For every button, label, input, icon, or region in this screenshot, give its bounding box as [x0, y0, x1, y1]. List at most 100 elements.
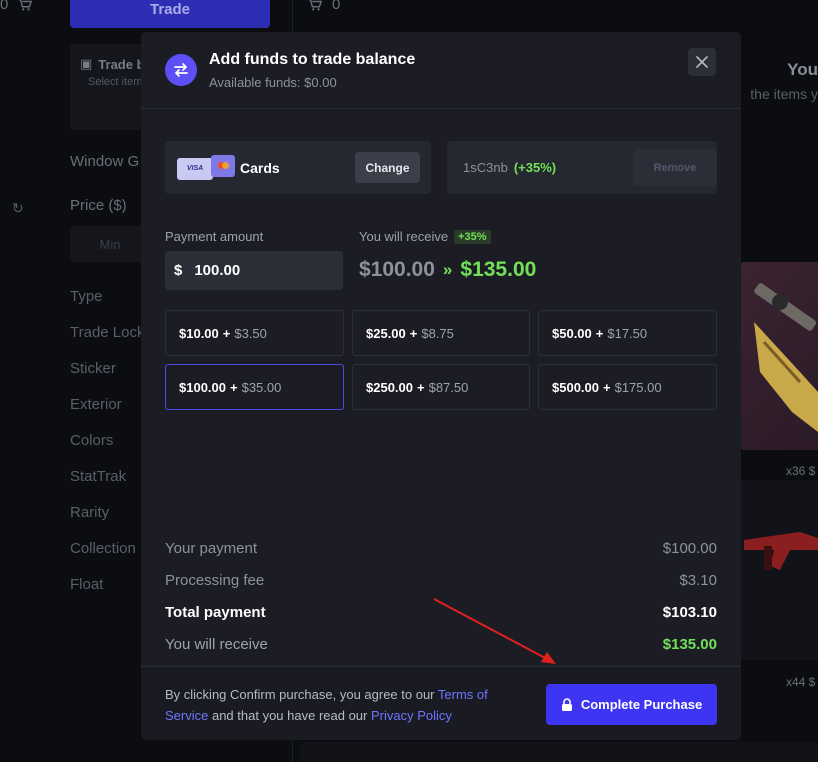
- remove-promo-button[interactable]: Remove: [633, 149, 717, 186]
- summary-label: Total payment: [165, 603, 266, 621]
- available-funds: Available funds: $0.00: [209, 75, 337, 90]
- preset-option-selected[interactable]: $100.00 + $35.00: [165, 364, 344, 410]
- payment-method-row: VISA Cards Change 1sC3nb (+35%) Remove: [165, 141, 717, 194]
- filter-colors[interactable]: Colors: [70, 432, 113, 449]
- item-card-image[interactable]: [740, 480, 818, 660]
- complete-purchase-label: Complete Purchase: [580, 697, 703, 712]
- modal-footer: By clicking Confirm purchase, you agree …: [141, 666, 741, 740]
- preset-amount: $10.00: [179, 325, 219, 341]
- summary-label: Your payment: [165, 539, 258, 557]
- receive-to: $135.00: [460, 258, 537, 281]
- complete-purchase-button[interactable]: Complete Purchase: [546, 684, 717, 725]
- receive-from: $100.00: [359, 258, 435, 281]
- cart-icon: [308, 0, 322, 12]
- summary-label: You will receive: [165, 635, 268, 653]
- summary-value: $3.10: [679, 571, 717, 589]
- rifle-icon: [754, 283, 818, 432]
- preset-option[interactable]: $50.00 + $17.50: [538, 310, 717, 356]
- price-min-input[interactable]: Min: [70, 226, 150, 262]
- cart-icon: [18, 0, 33, 12]
- receive-label-group: You will receive +35%: [359, 229, 491, 244]
- right-panel-title: You: [787, 60, 818, 79]
- trade-button[interactable]: Trade: [70, 0, 270, 28]
- legal-text: and that you have read our: [208, 708, 371, 723]
- preset-option[interactable]: $250.00 + $87.50: [352, 364, 530, 410]
- summary-label: Processing fee: [165, 571, 265, 589]
- filter-type[interactable]: Type: [70, 288, 103, 305]
- close-button[interactable]: [688, 48, 716, 76]
- visa-icon: VISA: [177, 157, 213, 180]
- preset-amount: $25.00: [366, 325, 406, 341]
- preset-amount: $500.00: [552, 379, 599, 395]
- payment-amount-input[interactable]: $ 100.00: [165, 251, 343, 290]
- preset-bonus: $35.00: [241, 379, 282, 395]
- filter-exterior[interactable]: Exterior: [70, 396, 122, 413]
- payment-amount-label: Payment amount: [165, 229, 264, 244]
- promo-code-card: 1sC3nb (+35%) Remove: [447, 141, 717, 194]
- gift-icon: ▣: [80, 56, 93, 71]
- promo-bonus: (+35%): [513, 160, 557, 175]
- filter-float[interactable]: Float: [70, 576, 103, 593]
- promo-code: 1sC3nb: [463, 160, 508, 175]
- item-count-label: x44 $: [786, 675, 816, 689]
- preset-amount: $250.00: [366, 379, 413, 395]
- preset-bonus: $175.00: [614, 379, 662, 395]
- summary-row-fee: Processing fee $3.10: [165, 564, 717, 596]
- preset-bonus: $17.50: [607, 325, 648, 341]
- refresh-icon[interactable]: ↻: [12, 200, 24, 217]
- filter-trade-lock[interactable]: Trade Lock: [70, 324, 144, 341]
- filter-collection[interactable]: Collection: [70, 540, 136, 557]
- preset-option[interactable]: $10.00 + $3.50: [165, 310, 344, 356]
- price-filter-title: Price ($): [70, 197, 127, 214]
- left-cart-counter: 0: [0, 0, 33, 13]
- filter-rarity[interactable]: Rarity: [70, 504, 109, 521]
- card-brand-icons: VISA: [177, 154, 235, 180]
- modal-title: Add funds to trade balance: [209, 51, 416, 68]
- cart-count: 0: [332, 0, 341, 13]
- close-icon: [696, 56, 708, 68]
- change-payment-button[interactable]: Change: [355, 152, 420, 183]
- left-count: 0: [0, 0, 9, 13]
- rifle-icon: [744, 532, 818, 570]
- filter-stattrak[interactable]: StatTrak: [70, 468, 126, 485]
- preset-amount: $100.00: [179, 379, 226, 395]
- window-filter-title: Window G: [70, 153, 140, 170]
- trade-box-title: Trade b: [98, 56, 145, 72]
- legal-text: By clicking Confirm purchase, you agree …: [165, 687, 438, 702]
- modal-header: Add funds to trade balance Available fun…: [141, 32, 741, 109]
- currency-symbol: $: [174, 262, 183, 279]
- preset-option[interactable]: $500.00 + $175.00: [538, 364, 717, 410]
- preset-option[interactable]: $25.00 + $8.75: [352, 310, 530, 356]
- right-panel-subtitle: the items y: [750, 86, 818, 102]
- receive-label: You will receive: [359, 229, 449, 244]
- preset-amount: $50.00: [552, 325, 592, 341]
- summary-row-receive: You will receive $135.00: [165, 628, 717, 660]
- summary-value: $135.00: [662, 635, 717, 653]
- filter-sticker[interactable]: Sticker: [70, 360, 116, 377]
- item-count-label: x36 $: [786, 464, 816, 478]
- summary-row-payment: Your payment $100.00: [165, 532, 717, 564]
- preset-bonus: $8.75: [421, 325, 454, 341]
- receive-values: $100.00 » $135.00: [359, 258, 536, 282]
- payment-method-label: Cards: [240, 159, 280, 176]
- preset-bonus: $3.50: [234, 325, 267, 341]
- summary-row-total: Total payment $103.10: [165, 596, 717, 628]
- mastercard-icon: [211, 154, 235, 177]
- swap-icon: [165, 54, 197, 86]
- summary-value: $100.00: [662, 539, 717, 557]
- payment-amount-value: 100.00: [194, 262, 241, 279]
- payment-method-card[interactable]: VISA Cards Change: [165, 141, 431, 194]
- receive-bonus-badge: +35%: [454, 229, 491, 244]
- privacy-policy-link[interactable]: Privacy Policy: [371, 708, 452, 723]
- summary-value: $103.10: [662, 603, 717, 621]
- preset-amounts: $10.00 + $3.50 $25.00 + $8.75 $50.00 + $17.50 …: [165, 310, 717, 410]
- item-card-image[interactable]: [740, 262, 818, 450]
- double-chevron-icon: »: [442, 260, 453, 279]
- add-funds-modal: Add funds to trade balance Available fun…: [141, 32, 741, 740]
- item-row-strip: [300, 742, 818, 762]
- preset-bonus: $87.50: [428, 379, 469, 395]
- right-cart-counter: 0: [308, 0, 340, 13]
- legal-notice: By clicking Confirm purchase, you agree …: [165, 684, 515, 726]
- lock-icon: [561, 698, 572, 711]
- payment-summary: Your payment $100.00 Processing fee $3.1…: [165, 532, 717, 660]
